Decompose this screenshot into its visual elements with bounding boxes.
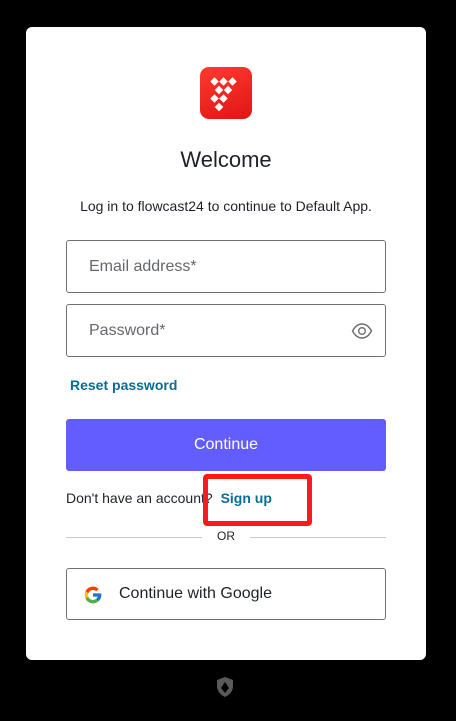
google-icon [83,585,103,605]
eye-icon[interactable] [351,321,373,341]
page: Welcome Log in to flowcast24 to continue… [0,0,456,721]
sign-up-link[interactable]: Sign up [221,490,272,506]
tidal-logo-icon [200,67,252,119]
or-divider: OR [66,529,386,545]
continue-button[interactable]: Continue [66,419,386,471]
shield-icon [216,676,234,698]
login-card: Welcome Log in to flowcast24 to continue… [26,27,426,660]
signup-row: Don't have an account? Sign up [66,490,272,506]
signup-prompt: Don't have an account? [66,490,213,506]
password-field[interactable] [66,304,386,357]
page-title: Welcome [180,147,272,172]
divider-label: OR [217,529,235,543]
google-button-label: Continue with Google [119,585,272,602]
reset-password-link[interactable]: Reset password [70,377,177,393]
login-subtitle: Log in to flowcast24 to continue to Defa… [80,198,372,214]
continue-with-google-button[interactable]: Continue with Google [66,568,386,620]
password-input[interactable] [67,305,359,356]
divider-line-right [250,537,386,538]
email-input[interactable] [67,241,359,292]
email-field[interactable] [66,240,386,293]
